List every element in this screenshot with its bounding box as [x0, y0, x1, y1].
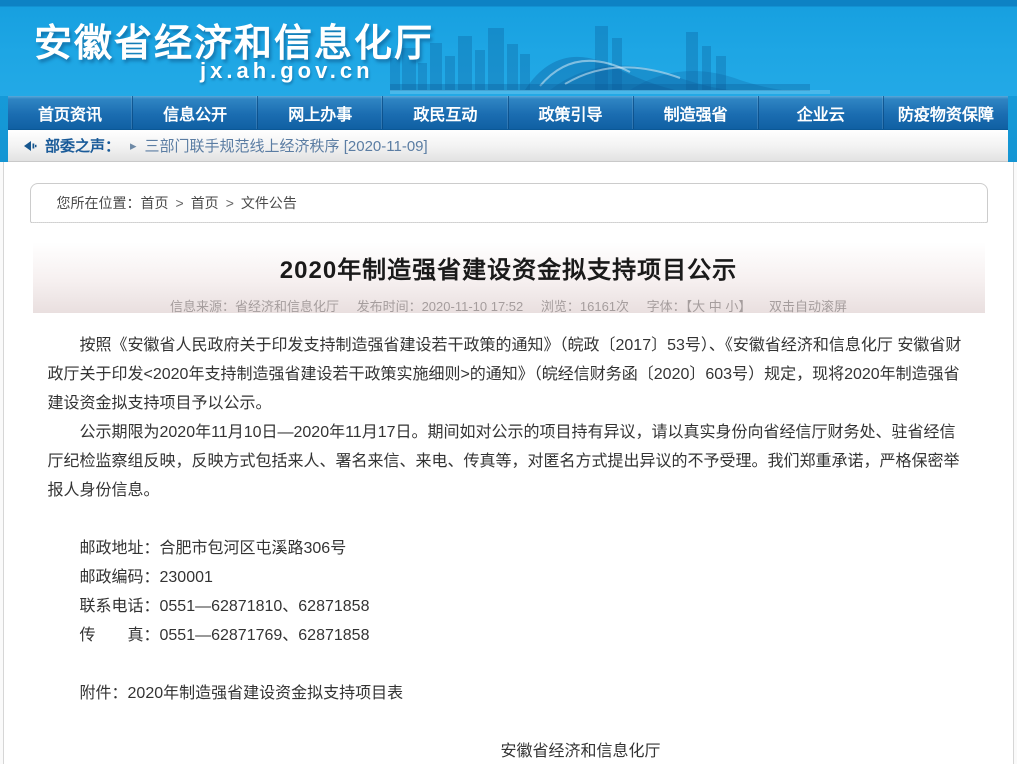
breadcrumb-prefix: 您所在位置： — [57, 193, 141, 213]
attachment-line: 附件：2020年制造强省建设资金拟支持项目表 — [48, 679, 970, 708]
nav-item-public-interaction[interactable]: 政民互动 — [383, 96, 508, 129]
nav-item-enterprise-cloud[interactable]: 企业云 — [759, 96, 884, 129]
nav-item-manufacturing-province[interactable]: 制造强省 — [634, 96, 759, 129]
article-paragraph-1: 按照《安徽省人民政府关于印发支持制造强省建设若干政策的通知》（皖政〔2017〕5… — [48, 331, 970, 418]
breadcrumb-separator: > — [176, 195, 184, 211]
site-url: jx.ah.gov.cn — [200, 58, 374, 84]
breadcrumb-separator: > — [226, 195, 234, 211]
article-body: 按照《安徽省人民政府关于印发支持制造强省建设若干政策的通知》（皖政〔2017〕5… — [48, 331, 970, 764]
breadcrumb-home-2[interactable]: 首页 — [191, 193, 219, 213]
article-meta: 信息来源：省经济和信息化厅 发布时间：2020-11-10 17:52 浏览：1… — [33, 296, 985, 315]
nav-item-info-disclosure[interactable]: 信息公开 — [133, 96, 258, 129]
breadcrumb: 您所在位置： 首页 > 首页 > 文件公告 — [30, 183, 988, 223]
contact-postal-address: 邮政地址：合肥市包河区屯溪路306号 — [48, 534, 970, 563]
article-title: 2020年制造强省建设资金拟支持项目公示 — [33, 250, 985, 285]
signature-block: 安徽省经济和信息化厅 2020年11月10日 — [48, 737, 970, 764]
header-zone: 安徽省经济和信息化厅 jx.ah.gov.cn 首页资讯 信息公开 网上办事 政… — [0, 0, 1017, 162]
main-nav: 首页资讯 信息公开 网上办事 政民互动 政策引导 制造强省 企业云 防疫物资保障 — [8, 96, 1008, 130]
article-header: 2020年制造强省建设资金拟支持项目公示 信息来源：省经济和信息化厅 发布时间：… — [33, 242, 985, 313]
city-skyline-graphic — [390, 18, 830, 94]
nav-item-epidemic-supplies[interactable]: 防疫物资保障 — [884, 96, 1008, 129]
ticker-news-link[interactable]: 三部门联手规范线上经济秩序 [2020-11-09] — [145, 135, 428, 156]
article-paragraph-2: 公示期限为2020年11月10日—2020年11月17日。期间如对公示的项目持有… — [48, 418, 970, 505]
meta-scroll-hint[interactable]: 双击自动滚屏 — [769, 299, 847, 314]
meta-source: 信息来源：省经济和信息化厅 — [170, 299, 339, 314]
nav-item-policy-guidance[interactable]: 政策引导 — [509, 96, 634, 129]
speaker-icon — [22, 139, 37, 153]
attachment-label: 附件： — [80, 685, 128, 702]
ticker-label: 部委之声： — [45, 135, 120, 156]
nav-item-online-services[interactable]: 网上办事 — [258, 96, 383, 129]
news-ticker: 部委之声： ▸ 三部门联手规范线上经济秩序 [2020-11-09] — [8, 130, 1008, 162]
content-frame: 您所在位置： 首页 > 首页 > 文件公告 2020年制造强省建设资金拟支持项目… — [3, 162, 1014, 764]
contact-postal-code: 邮政编码：230001 — [48, 563, 970, 592]
breadcrumb-home-1[interactable]: 首页 — [141, 193, 169, 213]
meta-views: 浏览：16161次 — [541, 299, 629, 314]
meta-font-size-selector[interactable]: 字体：【大 中 小】 — [647, 299, 752, 314]
arrow-right-icon: ▸ — [130, 138, 137, 154]
breadcrumb-current-section[interactable]: 文件公告 — [241, 193, 297, 213]
meta-publish-time: 发布时间：2020-11-10 17:52 — [357, 299, 524, 314]
nav-item-home-news[interactable]: 首页资讯 — [8, 96, 133, 129]
contact-phone: 联系电话：0551—62871810、62871858 — [48, 592, 970, 621]
header-banner: 安徽省经济和信息化厅 jx.ah.gov.cn — [0, 0, 1017, 96]
contact-fax: 传 真：0551—62871769、62871858 — [48, 621, 970, 650]
signature-organization: 安徽省经济和信息化厅 — [192, 737, 970, 764]
attachment-link[interactable]: 2020年制造强省建设资金拟支持项目表 — [128, 685, 404, 702]
